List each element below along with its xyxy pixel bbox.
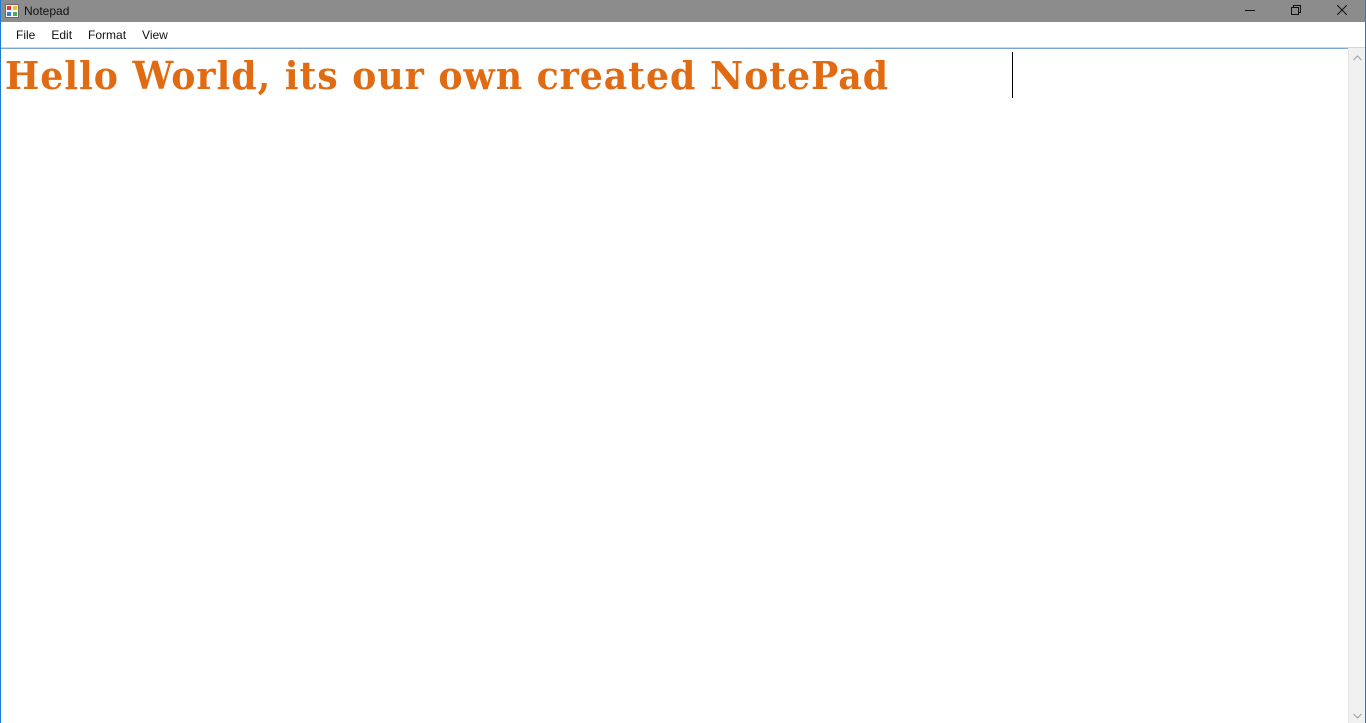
window-controls — [1227, 0, 1365, 22]
menu-edit[interactable]: Edit — [43, 25, 80, 45]
text-caret — [1012, 52, 1013, 98]
minimize-icon — [1245, 2, 1255, 20]
app-icon[interactable] — [4, 3, 20, 19]
scroll-down-arrow-icon — [1352, 706, 1362, 723]
close-button[interactable] — [1319, 0, 1365, 22]
text-editor-area[interactable]: Hello World, its our own created NotePad — [1, 48, 1348, 723]
scroll-down-button[interactable] — [1349, 706, 1365, 723]
menu-file[interactable]: File — [8, 25, 43, 45]
vertical-scrollbar[interactable] — [1348, 48, 1365, 723]
editor-content[interactable]: Hello World, its our own created NotePad — [5, 51, 889, 101]
scroll-up-arrow-icon — [1352, 48, 1362, 66]
minimize-button[interactable] — [1227, 0, 1273, 22]
window-title: Notepad — [24, 4, 70, 18]
notepad-window: Notepad File Edit Format View Hello Worl… — [0, 0, 1366, 723]
menu-view[interactable]: View — [134, 25, 176, 45]
menu-bar: File Edit Format View — [1, 22, 1365, 48]
menu-format[interactable]: Format — [80, 25, 134, 45]
restore-button[interactable] — [1273, 0, 1319, 22]
title-bar[interactable]: Notepad — [1, 0, 1365, 22]
restore-icon — [1291, 2, 1301, 20]
close-icon — [1336, 2, 1348, 20]
scroll-up-button[interactable] — [1349, 48, 1365, 65]
